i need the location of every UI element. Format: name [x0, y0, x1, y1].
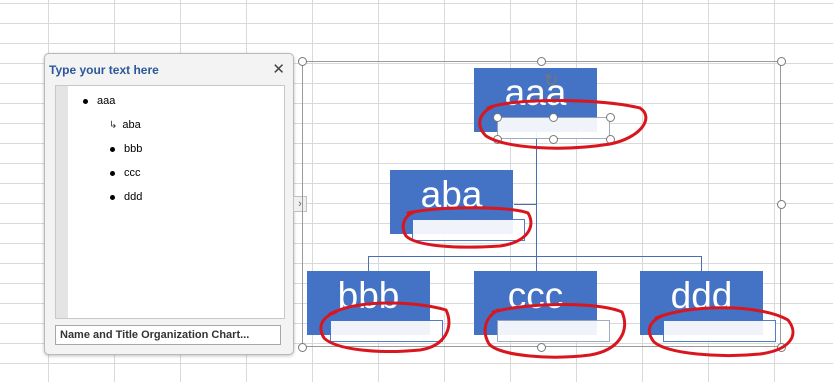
connector-line [514, 204, 536, 205]
title-box-child-3[interactable] [663, 320, 776, 342]
title-box-assistant[interactable] [412, 219, 525, 241]
layout-name-link[interactable]: Name and Title Organization Chart... [55, 325, 281, 345]
pane-item-ddd[interactable]: ddd [110, 189, 142, 205]
bullet-icon [110, 170, 115, 176]
shape-handle-s[interactable] [549, 135, 558, 144]
pane-item-bbb[interactable]: bbb [110, 141, 142, 157]
resize-handle-ne[interactable] [777, 57, 786, 66]
pane-item-ccc[interactable]: ccc [110, 165, 141, 181]
text-pane-title: Type your text here [49, 63, 159, 77]
text-pane-gutter [56, 86, 68, 318]
close-icon[interactable]: ✕ [272, 60, 285, 78]
assistant-arrow-icon: ↳ [109, 119, 118, 131]
pane-item-label: aaa [97, 95, 116, 107]
connector-line [368, 256, 702, 257]
shape-handle-n[interactable] [549, 113, 558, 122]
connector-line [701, 256, 702, 271]
shape-handle-se[interactable] [606, 135, 615, 144]
shape-handle-ne[interactable] [606, 113, 615, 122]
resize-handle-nw[interactable] [298, 57, 307, 66]
org-node-label: aba [420, 174, 483, 215]
smartart-text-pane: Type your text here ✕ aaa ↳ aba bbb ccc … [44, 53, 294, 355]
bullet-icon [83, 98, 88, 104]
pane-item-label: aba [122, 119, 141, 131]
bullet-icon [110, 194, 115, 200]
bullet-icon [110, 146, 115, 152]
connector-line [536, 132, 537, 272]
pane-item-label: ddd [124, 191, 143, 203]
pane-item-label: ccc [124, 167, 141, 179]
pane-item-aba[interactable]: ↳ aba [109, 117, 141, 133]
title-box-child-1[interactable] [330, 320, 443, 342]
shape-handle-nw[interactable] [493, 113, 502, 122]
pane-item-aaa[interactable]: aaa [83, 93, 115, 109]
resize-handle-n[interactable] [537, 57, 546, 66]
org-node-label: ddd [670, 275, 733, 316]
title-box-child-2[interactable] [497, 320, 610, 342]
shape-handle-sw[interactable] [493, 135, 502, 144]
pane-item-label: bbb [124, 143, 143, 155]
text-pane-list[interactable]: aaa ↳ aba bbb ccc ddd [55, 85, 285, 319]
org-node-label: bbb [337, 275, 400, 316]
resize-handle-se[interactable] [777, 343, 786, 352]
org-node-label: ccc [507, 275, 564, 316]
resize-handle-e[interactable] [777, 200, 786, 209]
resize-handle-s[interactable] [537, 343, 546, 352]
resize-handle-sw[interactable] [298, 343, 307, 352]
connector-line [368, 256, 369, 271]
rotate-handle-icon[interactable]: ↻ [544, 72, 558, 89]
